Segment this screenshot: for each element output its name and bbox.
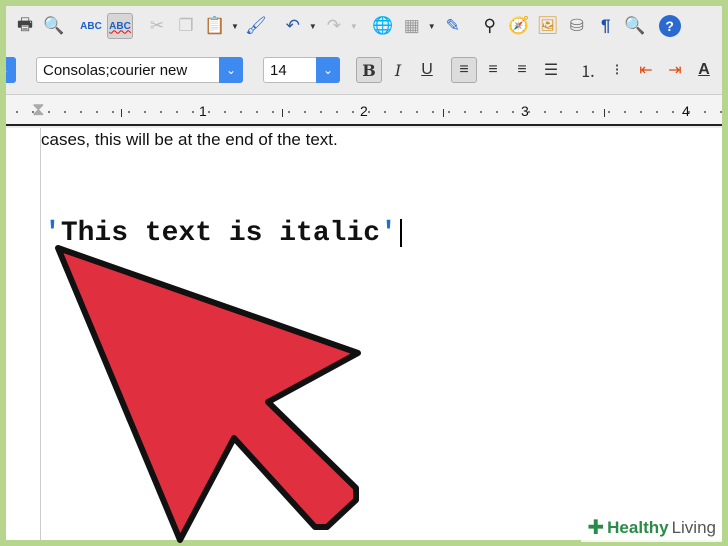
watermark: ✚ Healthy Living (581, 513, 722, 542)
watermark-brand: Healthy (607, 517, 669, 537)
health-cross-icon: ✚ (587, 517, 605, 539)
watermark-suffix: Living (671, 517, 716, 537)
pointer-arrow-icon (55, 245, 361, 543)
